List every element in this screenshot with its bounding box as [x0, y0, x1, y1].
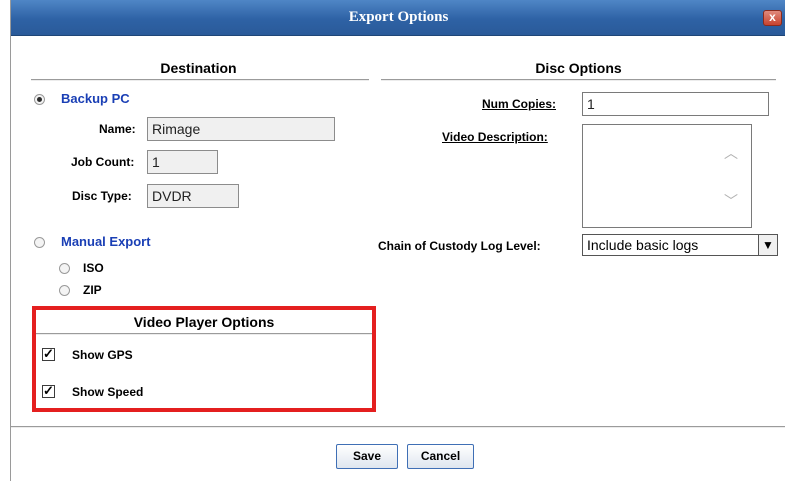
name-field[interactable]: Rimage [147, 117, 335, 141]
chain-of-custody-label: Chain of Custody Log Level: [378, 239, 541, 253]
destination-title: Destination [160, 60, 237, 76]
scroll-up-icon[interactable]: ︿ [724, 143, 738, 163]
video-description-textarea[interactable] [582, 124, 752, 228]
destination-divider [31, 79, 369, 81]
backup-pc-label[interactable]: Backup PC [61, 91, 130, 106]
disc-options-divider [381, 79, 776, 81]
job-count-label: Job Count: [71, 155, 135, 169]
check-mark-icon: ✓ [43, 383, 54, 398]
export-options-dialog: Export Options x Destination Backup PC N… [10, 0, 785, 481]
footer-divider [11, 426, 785, 428]
zip-radio[interactable] [59, 285, 70, 296]
show-speed-checkbox[interactable]: ✓ [42, 383, 55, 398]
video-description-label: Video Description: [442, 130, 548, 144]
num-copies-field[interactable]: 1 [582, 92, 769, 116]
num-copies-label: Num Copies: [482, 97, 557, 111]
disc-type-label: Disc Type: [72, 189, 132, 203]
chevron-down-icon[interactable]: ▼ [758, 235, 777, 255]
video-player-options-divider [36, 333, 372, 335]
disc-type-field[interactable]: DVDR [147, 184, 239, 208]
chain-of-custody-select[interactable]: Include basic logs ▼ [582, 234, 778, 256]
iso-label[interactable]: ISO [83, 261, 104, 275]
close-icon: x [769, 10, 776, 24]
name-label: Name: [99, 122, 136, 136]
save-button[interactable]: Save [336, 444, 398, 469]
show-gps-checkbox[interactable]: ✓ [42, 346, 55, 361]
scroll-down-icon[interactable]: ﹀ [724, 191, 738, 211]
close-button[interactable]: x [763, 10, 782, 26]
iso-radio[interactable] [59, 263, 70, 274]
dialog-title: Export Options [348, 9, 449, 25]
show-gps-label[interactable]: Show GPS [72, 348, 133, 362]
video-player-options-title: Video Player Options [133, 314, 275, 330]
job-count-field[interactable]: 1 [147, 150, 218, 174]
title-bar: Export Options x [11, 0, 785, 36]
disc-options-title: Disc Options [535, 60, 622, 76]
cancel-button[interactable]: Cancel [407, 444, 474, 469]
manual-export-radio[interactable] [34, 237, 45, 248]
backup-pc-radio[interactable] [34, 94, 45, 105]
show-speed-label[interactable]: Show Speed [72, 385, 143, 399]
check-mark-icon: ✓ [43, 346, 54, 361]
zip-label[interactable]: ZIP [83, 283, 102, 297]
manual-export-label[interactable]: Manual Export [61, 234, 151, 249]
chain-of-custody-value: Include basic logs [587, 237, 699, 253]
